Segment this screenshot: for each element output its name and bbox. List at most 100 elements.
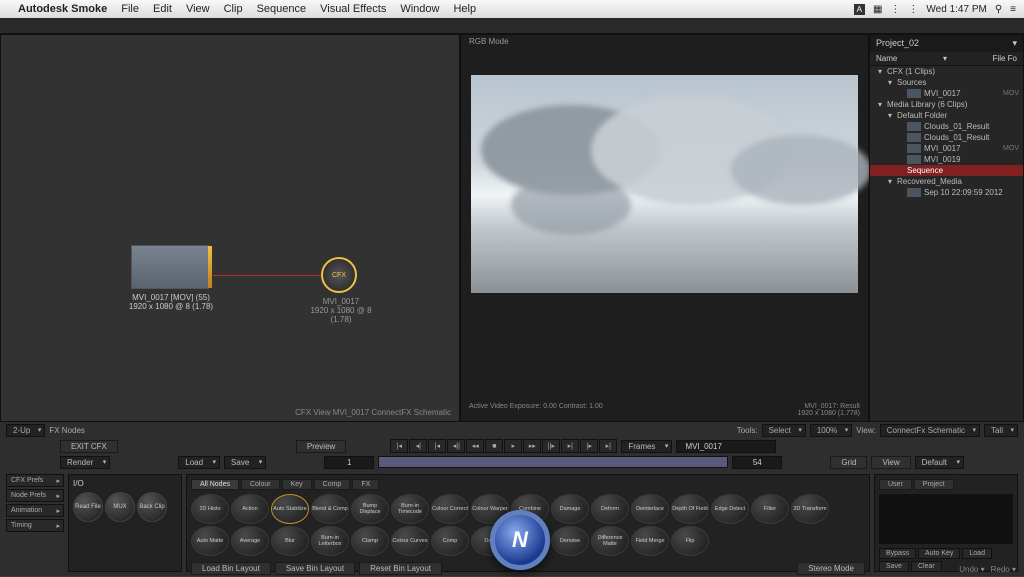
node-field-merge[interactable]: Field Merge [631,526,669,556]
bypass-button[interactable]: Bypass [879,548,916,559]
menu-file[interactable]: File [121,3,139,15]
schematic-panel[interactable]: MVI_0017 [MOV] (55) 1920 x 1080 @ 8 (1.7… [0,34,460,422]
frames-dropdown[interactable]: Frames [621,440,672,453]
go-end-button[interactable]: ▸| [599,439,617,453]
node-blend-comp[interactable]: Blend & Comp [311,494,349,524]
user-clear-button[interactable]: Clear [911,561,942,572]
app-name[interactable]: Autodesk Smoke [18,3,107,15]
wifi-icon[interactable]: ⋮ [890,4,900,15]
timing-button[interactable]: Timing [6,519,64,532]
clip-name-field[interactable]: MVI_0017 [676,440,776,453]
menu-sequence[interactable]: Sequence [257,3,307,15]
node-blur[interactable]: Blur [271,526,309,556]
tab-project[interactable]: Project [914,479,954,490]
back-clip-node[interactable]: Back Clip [137,492,167,522]
menu-vfx[interactable]: Visual Effects [320,3,386,15]
spotlight-icon[interactable]: ⚲ [995,4,1002,15]
cfx-prefs-button[interactable]: CFX Prefs [6,474,64,487]
tab-comp[interactable]: Comp [314,479,351,490]
tools-select[interactable]: Select [762,424,806,437]
col-sort-icon[interactable]: ▾ [943,54,947,63]
node-comp[interactable]: Comp [431,526,469,556]
col-file[interactable]: File Fo [993,54,1017,63]
node-edge-detect[interactable]: Edge Detect [711,494,749,524]
project-tree[interactable]: ▾CFX (1 Clips)▾SourcesMVI_0017MOV▾Media … [870,66,1023,198]
tree-item[interactable]: Sep 10 22:09:59 2012 [870,187,1023,198]
tree-item[interactable]: ▾CFX (1 Clips) [870,66,1023,77]
step-fwd-button[interactable]: ▸| [561,439,579,453]
user-load-button[interactable]: Load [962,548,992,559]
go-start-button[interactable]: |◂ [390,439,408,453]
play-back-button[interactable]: ◂◂ [466,439,484,453]
tree-item[interactable]: ▾Media Library (6 Clips) [870,99,1023,110]
tree-item[interactable]: Sequence [870,165,1023,176]
node-clamp[interactable]: Clamp [351,526,389,556]
frame-back-button[interactable]: ◂|| [447,439,465,453]
redo-button[interactable]: Redo ▾ [991,565,1016,574]
source-node-thumb[interactable] [131,245,209,289]
load-dropdown[interactable]: Load [178,456,220,469]
node-denoise[interactable]: Denoise [551,526,589,556]
step-back-button[interactable]: |◂ [428,439,446,453]
prev-kf-button[interactable]: ◂| [409,439,427,453]
node-average[interactable]: Average [231,526,269,556]
tab-fx[interactable]: FX [352,479,379,490]
tab-colour[interactable]: Colour [241,479,280,490]
clock[interactable]: Wed 1:47 PM [926,4,986,15]
node-2d-histo[interactable]: 2D Histo [191,494,229,524]
list-icon[interactable]: ≡ [1010,4,1016,15]
save-bin-button[interactable]: Save Bin Layout [275,562,355,575]
next-kf-button[interactable]: |▸ [580,439,598,453]
node-burn-in-letterbox[interactable]: Burn-in Letterbox [311,526,349,556]
play-button[interactable]: ▸ [504,439,522,453]
tree-item[interactable]: ▾Recovered_Media [870,176,1023,187]
timeline-bar[interactable] [378,456,728,468]
tab-user[interactable]: User [879,479,912,490]
viewer-canvas[interactable] [471,75,858,293]
cfx-node[interactable]: CFX [321,257,357,293]
menu-edit[interactable]: Edit [153,3,172,15]
node-auto-stabilize[interactable]: Auto Stabilize [271,494,309,524]
node-colour-curves[interactable]: Colour Curves [391,526,429,556]
tree-item[interactable]: Clouds_01_Result [870,132,1023,143]
col-name[interactable]: Name [876,54,897,63]
tall-select[interactable]: Tall [984,424,1018,437]
node-prefs-button[interactable]: Node Prefs [6,489,64,502]
end-frame[interactable]: 54 [732,456,782,469]
exit-cfx-button[interactable]: EXIT CFX [60,440,118,453]
node-auto-matte[interactable]: Auto Matte [191,526,229,556]
preview-button[interactable]: Preview [296,440,346,453]
stereo-mode-button[interactable]: Stereo Mode [797,562,865,575]
menu-help[interactable]: Help [453,3,476,15]
project-panel[interactable]: Project_02▾ Name▾File Fo ▾CFX (1 Clips)▾… [869,34,1024,422]
user-save-button[interactable]: Save [879,561,909,572]
tree-item[interactable]: ▾Default Folder [870,110,1023,121]
node-2d-transform[interactable]: 2D Transform [791,494,829,524]
node-colour-correct[interactable]: Colour Correct [431,494,469,524]
menu-view[interactable]: View [186,3,210,15]
status-icon[interactable]: ▦ [873,4,882,15]
node-depth-of-field[interactable]: Depth Of Field [671,494,709,524]
node-burn-in-timecode[interactable]: Burn-in Timecode [391,494,429,524]
mux-node[interactable]: MUX [105,492,135,522]
node-flip[interactable]: Flip [671,526,709,556]
save-dropdown[interactable]: Save [224,456,266,469]
view-select[interactable]: ConnectFx Schematic [880,424,980,437]
node-deform[interactable]: Deform [591,494,629,524]
viewer-panel[interactable]: RGB Mode Active Video Exposure: 0.00 Con… [460,34,869,422]
start-frame[interactable]: 1 [324,456,374,469]
project-menu-icon[interactable]: ▾ [1012,38,1017,49]
layout-2up[interactable]: 2-Up [6,424,45,437]
tree-item[interactable]: MVI_0017MOV [870,143,1023,154]
node-filter[interactable]: Filter [751,494,789,524]
view-button[interactable]: View [871,456,910,469]
menu-clip[interactable]: Clip [224,3,243,15]
fx-nodes-toggle[interactable]: FX Nodes [49,426,85,435]
adobe-icon[interactable]: A [854,4,865,15]
undo-button[interactable]: Undo ▾ [959,565,984,574]
read-file-node[interactable]: Read File [73,492,103,522]
frame-fwd-button[interactable]: ||▸ [542,439,560,453]
tab-key[interactable]: Key [282,479,312,490]
grid-button[interactable]: Grid [830,456,867,469]
bt-icon[interactable]: ⋮ [908,4,918,15]
